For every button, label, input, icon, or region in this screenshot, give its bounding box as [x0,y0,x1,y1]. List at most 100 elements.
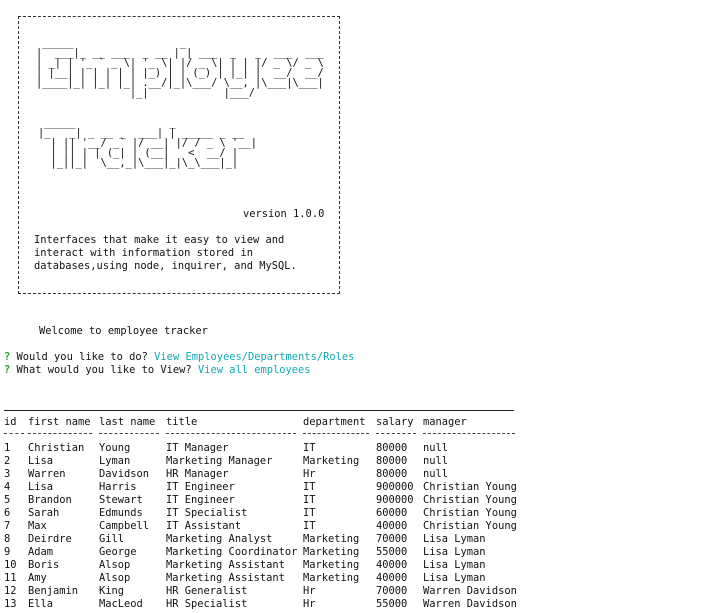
table-cell: 900000 [376,481,414,493]
table-cell: IT [303,507,316,519]
table-top-rule [4,410,514,411]
table-header-cell: title [166,416,198,428]
table-cell: HR Specialist [166,598,248,610]
table-cell: 5 [4,494,11,506]
table-cell: 900000 [376,494,414,506]
table-cell: Alsop [99,572,131,584]
ascii-art-tracker: _____ _ |_ _| _ __ _ ___| | _____ _ __ |… [38,117,257,169]
table-header-cell: first name [28,416,91,428]
prompt-answer[interactable]: View all employees [198,364,311,376]
table-cell: Christian Young [423,494,517,506]
table-cell: Marketing Assistant [166,559,285,571]
table-cell: Deirdre [28,533,72,545]
welcome-text: Welcome to employee tracker [39,325,208,337]
table-cell: 70000 [376,585,408,597]
table-cell: 1 [4,442,11,454]
table-cell: Lisa Lyman [423,572,486,584]
table-cell: Alsop [99,559,131,571]
banner-description-line: interact with information stored in [34,247,253,259]
table-header-separator [4,433,24,434]
table-cell: Warren Davidson [423,585,517,597]
table-header-cell: department [303,416,366,428]
ascii-art-employee: _____ _ | ___|_ __ ___ _ __ | | ___ _ _ … [36,37,324,99]
table-cell: 11 [4,572,17,584]
table-cell: IT [303,442,316,454]
table-cell: IT Engineer [166,494,235,506]
table-cell: Adam [28,546,54,558]
table-cell: Max [28,520,47,532]
table-cell: Boris [28,559,60,571]
table-cell: Marketing [303,533,360,545]
table-cell: Benjamin [28,585,79,597]
table-cell: Stewart [99,494,143,506]
table-cell: 55000 [376,598,408,610]
table-cell: Hr [303,585,316,597]
version-text: version 1.0.0 [243,208,325,220]
table-header-separator [28,433,92,434]
table-cell: 80000 [376,442,408,454]
table-cell: null [423,442,449,454]
table-cell: Marketing Manager [166,455,273,467]
table-cell: Harris [99,481,137,493]
table-cell: Lisa [28,455,54,467]
table-header-separator [376,433,416,434]
table-cell: 2 [4,455,11,467]
table-header-cell: last name [99,416,156,428]
table-cell: IT Specialist [166,507,248,519]
table-cell: null [423,468,449,480]
table-cell: Lisa Lyman [423,559,486,571]
prompt-line: ? What would you like to View? View all … [4,364,311,377]
table-cell: Christian [28,442,85,454]
table-cell: IT Assistant [166,520,242,532]
table-cell: Young [99,442,131,454]
table-cell: Gill [99,533,125,545]
table-cell: Hr [303,598,316,610]
banner-description-line: databases,using node, inquirer, and MySQ… [34,260,297,272]
table-cell: 7 [4,520,11,532]
table-cell: 13 [4,598,17,610]
table-cell: Warren Davidson [423,598,517,610]
table-cell: Lisa Lyman [423,533,486,545]
table-cell: 3 [4,468,11,480]
table-cell: 10 [4,559,17,571]
table-cell: IT Engineer [166,481,235,493]
table-header-separator [166,433,296,434]
table-cell: Lisa [28,481,54,493]
prompt-line: ? Would you like to do? View Employees/D… [4,351,354,364]
table-cell: 40000 [376,572,408,584]
table-cell: Davidson [99,468,150,480]
prompt-question: Would you like to do? [10,351,148,363]
prompt-answer[interactable]: View Employees/Departments/Roles [154,351,354,363]
table-cell: Marketing Coordinator [166,546,298,558]
table-cell: 80000 [376,468,408,480]
table-header-cell: id [4,416,17,428]
table-cell: Lyman [99,455,131,467]
table-cell: 55000 [376,546,408,558]
table-cell: IT [303,520,316,532]
table-cell: Marketing Assistant [166,572,285,584]
table-cell: 12 [4,585,17,597]
table-header-cell: manager [423,416,467,428]
table-cell: MacLeod [99,598,143,610]
table-cell: Christian Young [423,520,517,532]
table-cell: 9 [4,546,11,558]
table-cell: IT [303,481,316,493]
table-header-separator [423,433,515,434]
table-cell: 60000 [376,507,408,519]
table-cell: Sarah [28,507,60,519]
table-cell: IT Manager [166,442,229,454]
prompt-question: What would you like to View? [10,364,192,376]
table-cell: Edmunds [99,507,143,519]
table-header-separator [303,433,369,434]
table-cell: 40000 [376,559,408,571]
table-cell: George [99,546,137,558]
table-cell: HR Generalist [166,585,248,597]
table-cell: 70000 [376,533,408,545]
table-cell: 4 [4,481,11,493]
table-cell: Marketing [303,572,360,584]
table-cell: 8 [4,533,11,545]
table-cell: King [99,585,125,597]
table-header-separator [99,433,159,434]
table-cell: Marketing Analyst [166,533,273,545]
table-cell: Christian Young [423,481,517,493]
